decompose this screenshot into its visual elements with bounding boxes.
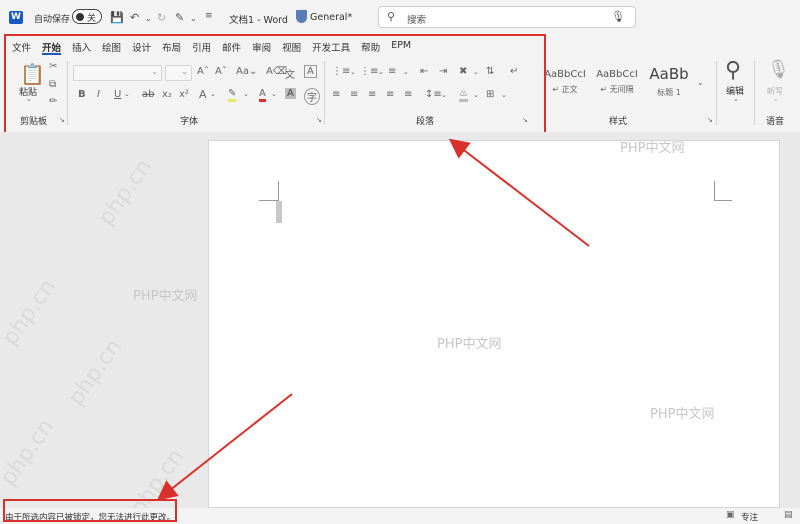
- sensitivity-label[interactable]: General*: [310, 12, 352, 23]
- autosave-toggle[interactable]: 关: [72, 9, 102, 24]
- redo-icon[interactable]: ↻: [157, 11, 166, 24]
- style-sample: AaBbCcI: [596, 69, 638, 80]
- voice-group-label: 语音: [766, 117, 785, 127]
- dictate-microphone-icon[interactable]: 🎙: [767, 59, 790, 80]
- text-cursor: [276, 201, 282, 223]
- status-highlight-box: [3, 499, 177, 522]
- undo-dropdown-icon[interactable]: ⌄: [145, 14, 152, 23]
- styles-gallery: AaBbCcI ↵ 正文 AaBbCcI ↵ 无间隔 AaBb 标题 1: [540, 65, 706, 107]
- shield-icon[interactable]: [296, 10, 307, 23]
- search-placeholder: 搜索: [407, 15, 427, 26]
- dictate-dropdown-icon[interactable]: ⌄: [773, 95, 779, 103]
- styles-more-icon[interactable]: ⌄: [697, 78, 704, 87]
- style-no-spacing[interactable]: AaBbCcI ↵ 无间隔: [592, 65, 642, 107]
- autosave-state: 关: [87, 14, 97, 24]
- focus-label[interactable]: 专注: [741, 511, 758, 523]
- format-painter-quick-icon[interactable]: ✎: [175, 11, 184, 24]
- styles-group-label: 样式: [609, 117, 628, 127]
- watermark: PHP中文网: [437, 337, 502, 352]
- save-icon[interactable]: 💾: [110, 11, 124, 24]
- style-sample: AaBb: [649, 65, 689, 83]
- title-bar: W 自动保存 关 💾 ↶ ⌄ ↻ ✎ ⌄ ≡ 文档1 - Word Genera…: [0, 0, 800, 34]
- watermark: PHP中文网: [133, 289, 198, 304]
- crop-mark: [278, 181, 279, 201]
- search-box[interactable]: ⚲ 搜索 🎙: [378, 6, 636, 28]
- customize-toolbar-icon[interactable]: ≡: [205, 11, 213, 21]
- search-icon: ⚲: [387, 10, 396, 23]
- crop-mark: [714, 181, 715, 201]
- style-normal[interactable]: AaBbCcI ↵ 正文: [540, 65, 590, 107]
- ribbon-separator: [716, 61, 717, 125]
- word-logo-icon: W: [9, 11, 23, 24]
- read-mode-icon[interactable]: ▤: [784, 510, 793, 520]
- microphone-icon[interactable]: 🎙: [611, 10, 625, 23]
- document-title: 文档1 - Word: [229, 15, 288, 26]
- focus-icon[interactable]: ▣: [726, 510, 735, 520]
- autosave-label: 自动保存: [34, 15, 71, 25]
- toggle-knob: [76, 13, 84, 21]
- quick-access-dropdown-icon[interactable]: ⌄: [190, 14, 197, 23]
- style-name: ↵ 无间隔: [600, 85, 634, 94]
- style-name: ↵ 正文: [552, 85, 578, 94]
- crop-mark: [714, 200, 732, 201]
- watermark: PHP中文网: [650, 407, 715, 422]
- styles-launcher-icon[interactable]: ↘: [707, 116, 713, 124]
- style-name: 标题 1: [657, 88, 681, 97]
- find-icon[interactable]: ⚲: [725, 58, 741, 83]
- editing-dropdown-icon[interactable]: ⌄: [733, 95, 739, 103]
- document-page[interactable]: [208, 140, 780, 508]
- ribbon-highlight-box: [4, 34, 546, 134]
- ribbon-separator: [754, 61, 755, 125]
- watermark: PHP中文网: [620, 141, 685, 156]
- style-sample: AaBbCcI: [544, 69, 586, 80]
- undo-icon[interactable]: ↶: [130, 11, 139, 24]
- style-heading-1[interactable]: AaBb 标题 1: [644, 65, 694, 107]
